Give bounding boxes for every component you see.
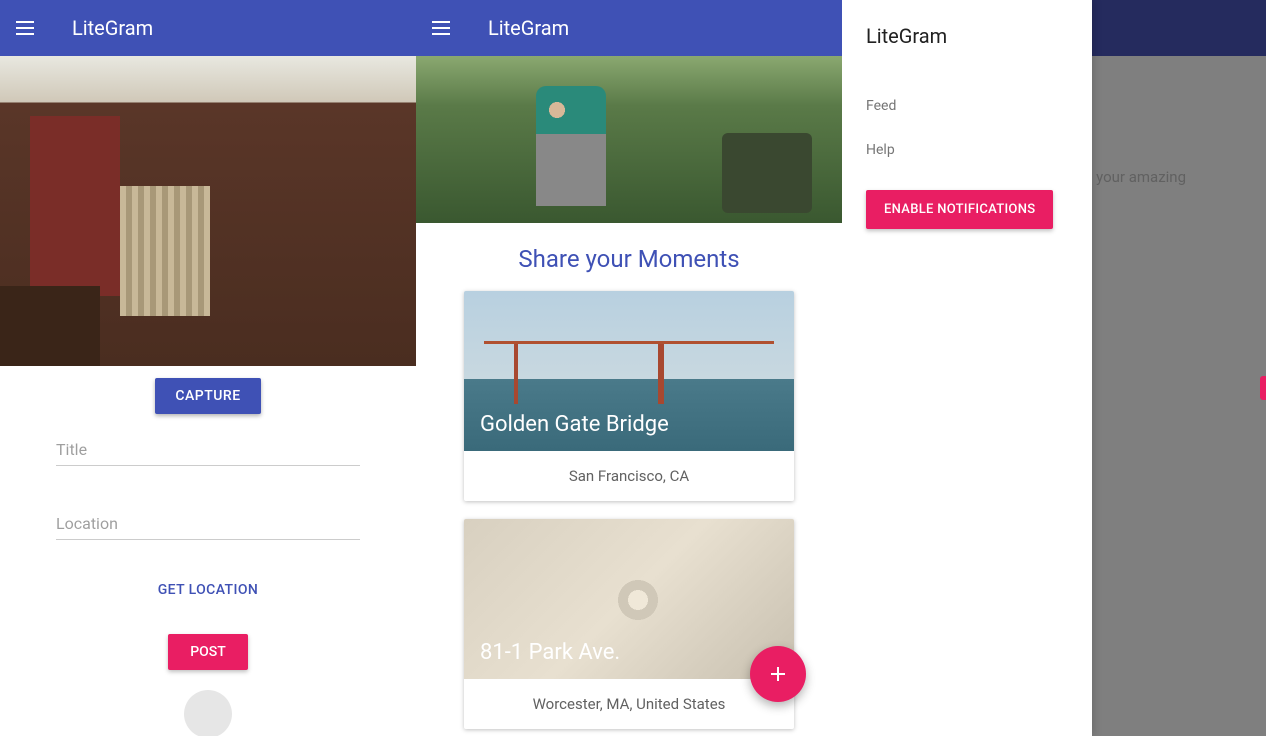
app-title: LiteGram bbox=[72, 16, 153, 40]
drawer-item-feed[interactable]: Feed bbox=[866, 84, 1068, 128]
tagline: Share your Moments bbox=[416, 223, 842, 291]
nav-drawer: LiteGram Feed Help ENABLE NOTIFICATIONS bbox=[842, 0, 1092, 736]
location-field-wrap bbox=[56, 508, 360, 540]
camera-preview-content bbox=[140, 226, 170, 286]
capture-screen: LiteGram CAPTURE GET LOCATION POST bbox=[0, 0, 416, 736]
enable-notifications-button[interactable]: ENABLE NOTIFICATIONS bbox=[866, 190, 1053, 229]
post-location: Worcester, MA, United States bbox=[464, 679, 794, 729]
drawer-screen: e your amazing LiteGram Feed Help ENABLE… bbox=[842, 0, 1266, 736]
background-overlay bbox=[1092, 56, 1266, 736]
background-text-fragment: e your amazing bbox=[1084, 168, 1186, 186]
location-input[interactable] bbox=[56, 508, 360, 540]
app-bar: LiteGram bbox=[0, 0, 416, 56]
post-title: 81-1 Park Ave. bbox=[480, 640, 620, 665]
avatar-placeholder bbox=[184, 690, 232, 736]
feed-screen: LiteGram Share your Moments Golden Gate … bbox=[416, 0, 842, 736]
post-title: Golden Gate Bridge bbox=[480, 412, 669, 437]
post-button[interactable]: POST bbox=[168, 634, 248, 670]
post-image: Golden Gate Bridge bbox=[464, 291, 794, 451]
get-location-button[interactable]: GET LOCATION bbox=[56, 582, 360, 598]
hamburger-icon[interactable] bbox=[16, 16, 40, 40]
app-title: LiteGram bbox=[488, 16, 569, 40]
background-appbar bbox=[1092, 0, 1266, 56]
post-image: 81-1 Park Ave. bbox=[464, 519, 794, 679]
capture-button[interactable]: CAPTURE bbox=[155, 378, 260, 414]
fab-edge bbox=[1260, 376, 1266, 400]
add-post-fab[interactable] bbox=[750, 646, 806, 702]
hamburger-icon[interactable] bbox=[432, 16, 456, 40]
title-input[interactable] bbox=[56, 434, 360, 466]
drawer-title: LiteGram bbox=[866, 24, 1068, 48]
post-card[interactable]: 81-1 Park Ave. Worcester, MA, United Sta… bbox=[464, 519, 794, 729]
post-location: San Francisco, CA bbox=[464, 451, 794, 501]
app-bar: LiteGram bbox=[416, 0, 842, 56]
plus-icon bbox=[766, 662, 790, 686]
drawer-item-help[interactable]: Help bbox=[866, 128, 1068, 172]
hero-image bbox=[416, 56, 842, 223]
post-form: GET LOCATION POST bbox=[0, 434, 416, 736]
camera-preview-foreground bbox=[0, 286, 100, 366]
camera-preview bbox=[0, 56, 416, 366]
post-card[interactable]: Golden Gate Bridge San Francisco, CA bbox=[464, 291, 794, 501]
title-field-wrap bbox=[56, 434, 360, 466]
